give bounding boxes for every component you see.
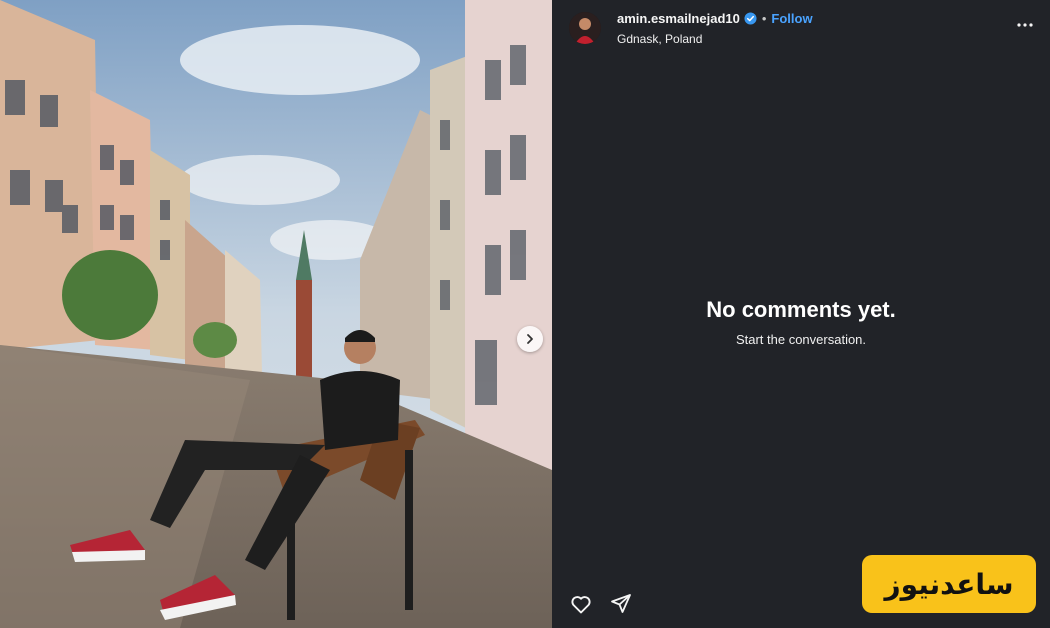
- comments-panel: amin.esmailnejad10 • Follow Gdnask, Pola…: [552, 0, 1050, 628]
- post-header: amin.esmailnejad10 • Follow Gdnask, Pola…: [552, 0, 1050, 56]
- follow-button[interactable]: Follow: [771, 11, 812, 26]
- site-watermark: ساعدنیوز: [862, 555, 1036, 613]
- more-options-icon[interactable]: [1016, 16, 1034, 39]
- location-link[interactable]: Gdnask, Poland: [617, 32, 702, 46]
- chevron-right-icon: [524, 333, 536, 345]
- post-actions: [569, 592, 633, 616]
- username[interactable]: amin.esmailnejad10: [617, 11, 740, 26]
- empty-comments-subtitle: Start the conversation.: [735, 332, 867, 347]
- share-icon[interactable]: [609, 592, 633, 616]
- street-scene-image: [0, 0, 552, 628]
- empty-comments-title: No comments yet.: [706, 297, 896, 322]
- separator-dot: •: [761, 11, 767, 26]
- heart-icon[interactable]: [569, 592, 593, 616]
- verified-badge-icon: [744, 12, 757, 25]
- post-photo[interactable]: [0, 0, 552, 628]
- next-photo-button[interactable]: [517, 326, 543, 352]
- user-line: amin.esmailnejad10 • Follow: [617, 11, 813, 26]
- empty-comments: No comments yet. Start the conversation.: [552, 297, 1050, 347]
- avatar[interactable]: [569, 12, 601, 44]
